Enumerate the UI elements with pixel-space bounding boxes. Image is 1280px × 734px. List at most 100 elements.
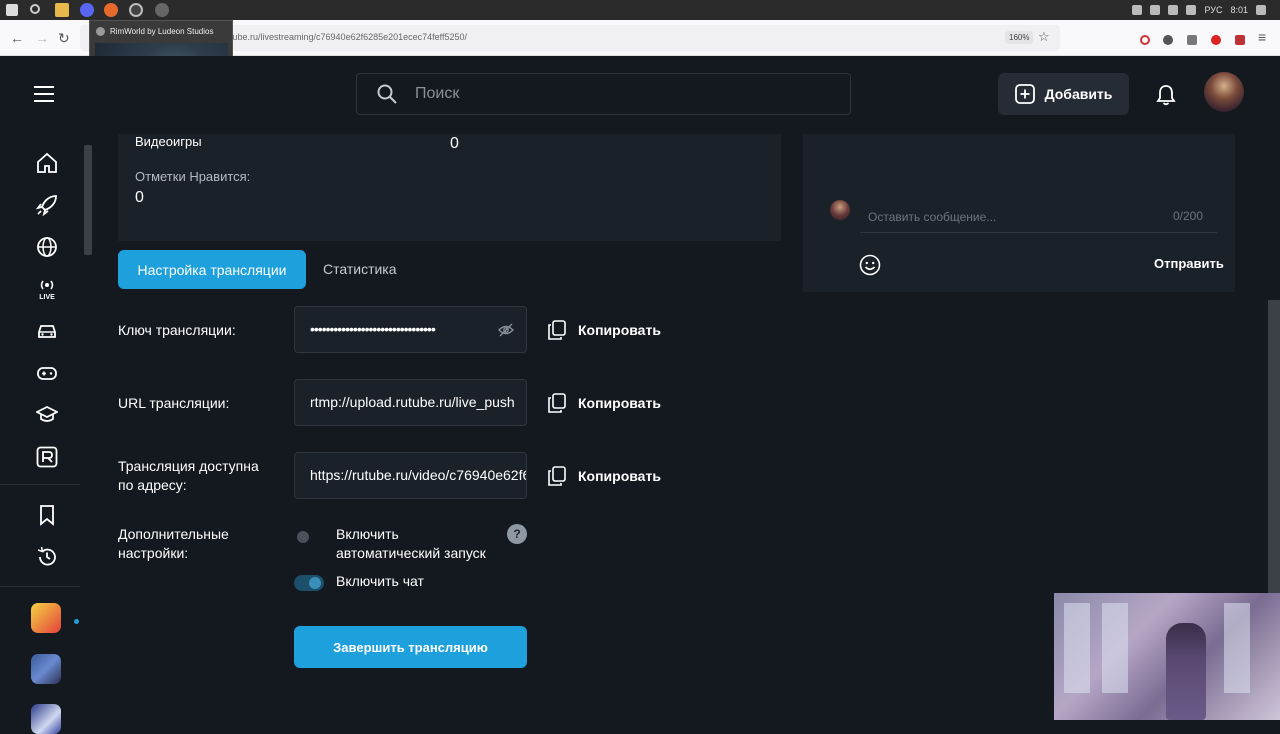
rocket-icon[interactable] bbox=[36, 194, 58, 216]
reload-icon[interactable]: ↻ bbox=[58, 30, 70, 47]
chevron-up-icon[interactable] bbox=[1132, 5, 1143, 15]
menu-icon[interactable]: ≡ bbox=[1258, 29, 1266, 45]
pocket-icon[interactable] bbox=[1140, 35, 1150, 45]
os-taskbar: РУС 8:01 bbox=[0, 0, 1280, 20]
copy-icon bbox=[548, 320, 566, 340]
copy-url-button[interactable]: Копировать bbox=[548, 393, 661, 413]
extra-settings-label-line1: Дополнительные bbox=[118, 526, 229, 542]
subscription-avatar-third[interactable] bbox=[31, 704, 61, 734]
site-header: Добавить bbox=[0, 56, 1280, 134]
microphone-icon[interactable] bbox=[1150, 5, 1161, 15]
likes-value: 0 bbox=[135, 189, 144, 206]
car-icon[interactable] bbox=[36, 320, 58, 342]
subscription-avatar-pikachu[interactable] bbox=[31, 603, 61, 633]
zoom-level[interactable]: 160% bbox=[1005, 31, 1034, 44]
subscription-avatar-game[interactable] bbox=[31, 654, 61, 684]
chat-message-input[interactable] bbox=[860, 201, 1217, 233]
extension-icon[interactable] bbox=[1187, 35, 1197, 45]
windows-start-icon[interactable] bbox=[6, 4, 18, 16]
history-icon[interactable] bbox=[36, 546, 58, 568]
rutube-logo-icon[interactable] bbox=[36, 446, 58, 468]
gamepad-icon[interactable] bbox=[36, 362, 58, 384]
stream-key-value[interactable]: •••••••••••••••••••••••••••••••• bbox=[310, 321, 436, 337]
url-text[interactable]: tube.ru/livestreaming/c76940e62f6285e201… bbox=[230, 32, 467, 42]
forward-icon[interactable]: → bbox=[35, 30, 49, 46]
add-button[interactable]: Добавить bbox=[998, 73, 1129, 115]
discord-icon[interactable] bbox=[80, 3, 94, 17]
overlay-character bbox=[1166, 623, 1206, 720]
stream-info-card: Видеоигры 0 Отметки Нравится: 0 bbox=[118, 134, 781, 241]
system-tray: РУС 8:01 bbox=[1132, 0, 1280, 20]
overlay-window-pane bbox=[1064, 603, 1090, 693]
add-button-label: Добавить bbox=[1044, 86, 1113, 102]
home-icon[interactable] bbox=[36, 152, 58, 174]
chat-toggle[interactable] bbox=[294, 575, 324, 591]
stream-key-label: Ключ трансляции: bbox=[118, 322, 236, 338]
svg-text:LIVE: LIVE bbox=[39, 294, 55, 300]
sidebar-divider bbox=[0, 484, 80, 485]
eye-hidden-icon[interactable] bbox=[498, 323, 514, 337]
graduation-cap-icon[interactable] bbox=[36, 404, 58, 426]
obs-icon[interactable] bbox=[129, 3, 143, 17]
extension-badge-icon[interactable] bbox=[1235, 35, 1245, 45]
chat-user-avatar bbox=[830, 200, 850, 220]
autostart-label: Включить автоматический запуск bbox=[336, 525, 486, 563]
stream-address-value[interactable]: https://rutube.ru/video/c76940e62f6285e2… bbox=[310, 467, 526, 483]
thumbnail-title: RimWorld by Ludeon Studios bbox=[110, 27, 214, 36]
chat-char-counter: 0/200 bbox=[1173, 209, 1204, 223]
bookmark-star-icon[interactable]: ☆ bbox=[1038, 29, 1050, 45]
copy-key-button[interactable]: Копировать bbox=[548, 320, 661, 340]
live-icon[interactable]: LIVE bbox=[36, 278, 58, 300]
tray-language[interactable]: РУС bbox=[1204, 5, 1222, 15]
copy-icon bbox=[548, 393, 566, 413]
copy-url-label: Копировать bbox=[578, 395, 661, 411]
emoji-icon[interactable] bbox=[859, 254, 881, 276]
extra-settings-label: Дополнительные настройки: bbox=[118, 525, 229, 563]
stream-key-field[interactable]: •••••••••••••••••••••••••••••••• bbox=[294, 306, 527, 353]
tray-clock[interactable]: 8:01 bbox=[1230, 5, 1248, 15]
help-icon[interactable]: ? bbox=[507, 524, 527, 544]
stream-address-field[interactable]: https://rutube.ru/video/c76940e62f6285e2… bbox=[294, 452, 527, 499]
rimworld-icon[interactable] bbox=[155, 3, 169, 17]
bell-icon[interactable] bbox=[1156, 84, 1176, 106]
live-indicator-dot bbox=[74, 619, 79, 624]
network-icon[interactable] bbox=[1168, 5, 1179, 15]
autostart-toggle[interactable] bbox=[294, 529, 324, 545]
tab-stream-settings[interactable]: Настройка трансляции bbox=[118, 250, 306, 289]
copy-address-button[interactable]: Копировать bbox=[548, 466, 661, 486]
sidebar: LIVE bbox=[0, 134, 80, 734]
search-icon[interactable] bbox=[377, 84, 397, 104]
tab-statistics[interactable]: Статистика bbox=[323, 261, 397, 277]
taskbar-search-icon[interactable] bbox=[30, 4, 40, 14]
chat-toggle-label: Включить чат bbox=[336, 573, 424, 589]
globe-icon[interactable] bbox=[36, 236, 58, 258]
firefox-icon[interactable] bbox=[104, 3, 118, 17]
sidebar-scrollbar[interactable] bbox=[84, 145, 92, 255]
copy-icon bbox=[548, 466, 566, 486]
stream-url-label: URL трансляции: bbox=[118, 395, 230, 411]
send-button[interactable]: Отправить bbox=[1154, 256, 1224, 271]
user-avatar[interactable] bbox=[1204, 72, 1244, 112]
adblock-icon[interactable] bbox=[1211, 35, 1221, 45]
stream-url-value[interactable]: rtmp://upload.rutube.ru/live_push bbox=[310, 394, 515, 410]
autostart-label-line1: Включить bbox=[336, 526, 399, 542]
extension-v-icon[interactable] bbox=[1163, 35, 1173, 45]
notifications-icon[interactable] bbox=[1256, 5, 1266, 15]
search-box[interactable] bbox=[356, 73, 851, 115]
file-explorer-icon[interactable] bbox=[55, 3, 69, 17]
search-input[interactable] bbox=[415, 74, 835, 114]
likes-label: Отметки Нравится: bbox=[135, 169, 251, 184]
autostart-toggle-knob bbox=[297, 531, 309, 543]
stream-address-label-line2: по адресу: bbox=[118, 477, 187, 493]
chat-panel: 0/200 Отправить bbox=[803, 134, 1235, 292]
bookmark-icon[interactable] bbox=[36, 504, 58, 526]
volume-icon[interactable] bbox=[1186, 5, 1197, 15]
copy-key-label: Копировать bbox=[578, 322, 661, 338]
end-stream-button[interactable]: Завершить трансляцию bbox=[294, 626, 527, 668]
stream-address-label-line1: Трансляция доступна bbox=[118, 458, 259, 474]
back-icon[interactable]: ← bbox=[10, 30, 24, 46]
hamburger-menu-icon[interactable] bbox=[34, 86, 54, 102]
overlay-window-pane bbox=[1224, 603, 1250, 693]
stream-url-field[interactable]: rtmp://upload.rutube.ru/live_push bbox=[294, 379, 527, 426]
plus-square-icon bbox=[1014, 84, 1035, 104]
